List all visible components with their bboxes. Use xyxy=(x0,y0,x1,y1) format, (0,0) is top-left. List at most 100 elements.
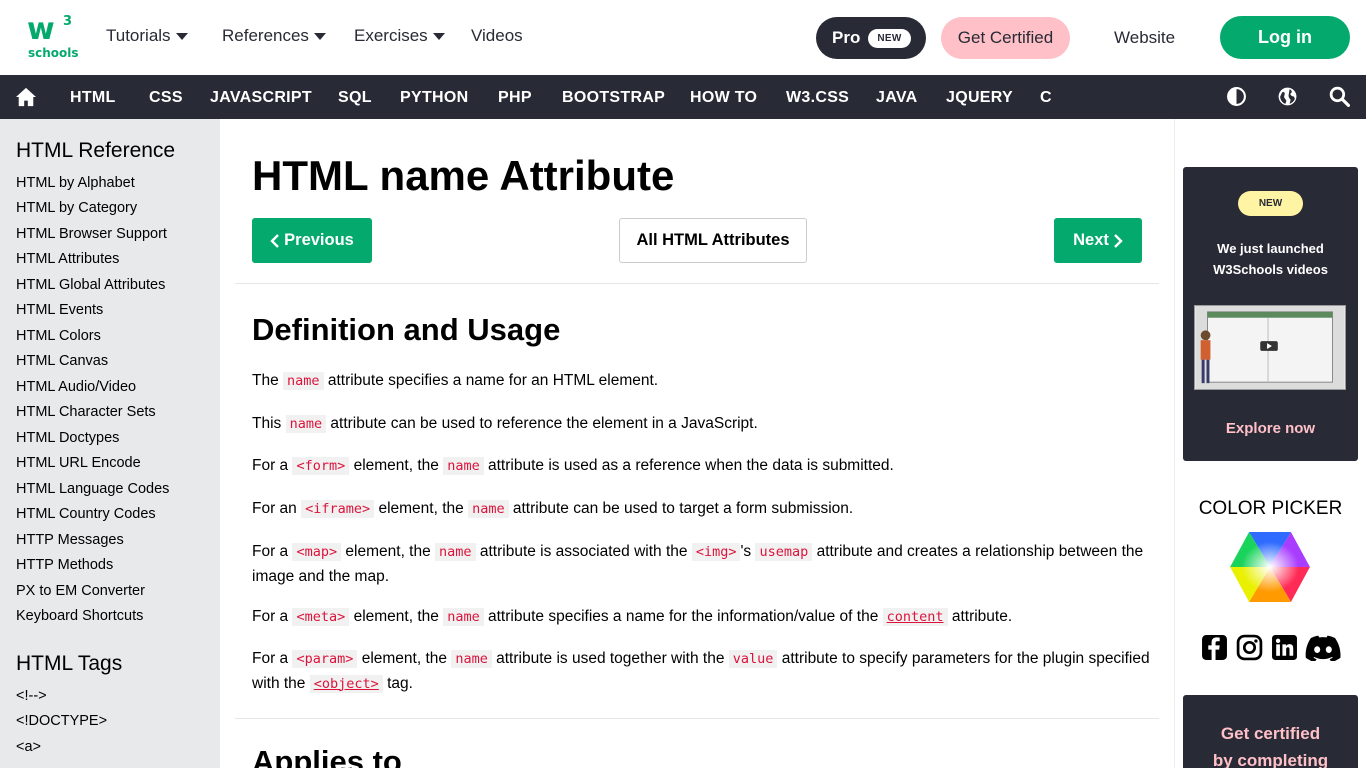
sidebar-tag-a[interactable]: <a> xyxy=(16,739,41,755)
sidebar-item-by-alphabet[interactable]: HTML by Alphabet xyxy=(16,175,135,191)
topnav-css[interactable]: CSS xyxy=(149,89,183,107)
topnav-javascript[interactable]: JAVASCRIPT xyxy=(210,89,312,107)
sidebar-item-by-category[interactable]: HTML by Category xyxy=(16,200,137,216)
paragraph: For a <meta> element, the name attribute… xyxy=(252,608,1013,626)
all-attributes-button[interactable]: All HTML Attributes xyxy=(619,218,807,263)
w3schools-logo[interactable]: w 3 schools xyxy=(27,15,79,61)
topnav-sql[interactable]: SQL xyxy=(338,89,372,107)
nav-tutorials-label: Tutorials xyxy=(106,26,171,45)
nav-references[interactable]: References xyxy=(222,26,326,46)
cert-line-1: Get certified xyxy=(1220,724,1321,743)
sidebar-heading-tags: HTML Tags xyxy=(16,652,123,675)
topnav-html[interactable]: HTML xyxy=(70,89,116,107)
discord-icon[interactable] xyxy=(1305,634,1341,661)
paragraph: For a <form> element, the name attribute… xyxy=(252,457,894,475)
next-button[interactable]: Next xyxy=(1054,218,1142,263)
inline-code: name xyxy=(285,415,327,433)
pro-label: Pro xyxy=(832,28,861,47)
inline-code: usemap xyxy=(755,543,813,561)
sidebar-item-browser-support[interactable]: HTML Browser Support xyxy=(16,226,167,242)
sidebar-item-colors[interactable]: HTML Colors xyxy=(16,328,101,344)
sidebar-item-http-methods[interactable]: HTTP Methods xyxy=(16,557,113,573)
right-column-separator xyxy=(1174,119,1175,768)
sidebar-item-keyboard-shortcuts[interactable]: Keyboard Shortcuts xyxy=(16,608,143,624)
website-link[interactable]: Website xyxy=(1114,28,1175,48)
home-icon[interactable] xyxy=(15,87,37,107)
paragraph: For a <param> element, the name attribut… xyxy=(252,650,1150,693)
sidebar-item-canvas[interactable]: HTML Canvas xyxy=(16,353,108,369)
promo-text: We just launched W3Schools videos xyxy=(1183,238,1358,280)
inline-code: name xyxy=(443,608,484,626)
sidebar-item-http-messages[interactable]: HTTP Messages xyxy=(16,532,124,548)
inline-code: name xyxy=(451,650,492,668)
sidebar-item-country-codes[interactable]: HTML Country Codes xyxy=(16,506,156,522)
inline-code: name xyxy=(468,500,509,518)
sidebar-item-events[interactable]: HTML Events xyxy=(16,302,103,318)
divider xyxy=(235,283,1159,284)
inline-code: <map> xyxy=(292,543,342,561)
nav-videos[interactable]: Videos xyxy=(471,26,523,46)
paragraph: For an <iframe> element, the name attrib… xyxy=(252,500,854,518)
topnav-java[interactable]: JAVA xyxy=(876,89,918,107)
inline-code: <img> xyxy=(691,543,741,561)
topic-navbar xyxy=(0,75,1366,119)
inline-code: value xyxy=(728,650,778,668)
topnav-php[interactable]: PHP xyxy=(498,89,532,107)
contrast-icon[interactable] xyxy=(1226,86,1247,107)
nav-references-label: References xyxy=(222,26,309,45)
inline-code: name xyxy=(283,372,324,390)
topnav-python[interactable]: PYTHON xyxy=(400,89,468,107)
globe-icon[interactable] xyxy=(1277,86,1298,107)
login-button[interactable]: Log in xyxy=(1220,16,1350,59)
previous-label: Previous xyxy=(284,231,354,249)
caret-down-icon xyxy=(175,33,188,40)
topnav-jquery[interactable]: JQUERY xyxy=(946,89,1013,107)
new-badge: NEW xyxy=(868,28,911,48)
paragraph: For a <map> element, the name attribute … xyxy=(252,543,1144,585)
sidebar-item-global-attributes[interactable]: HTML Global Attributes xyxy=(16,277,165,293)
nav-exercises[interactable]: Exercises xyxy=(354,26,445,46)
topnav-howto[interactable]: HOW TO xyxy=(690,89,757,107)
sidebar-item-doctypes[interactable]: HTML Doctypes xyxy=(16,430,119,446)
topnav-w3css[interactable]: W3.CSS xyxy=(786,89,849,107)
caret-down-icon xyxy=(313,33,326,40)
sidebar-heading-reference: HTML Reference xyxy=(16,139,176,162)
sidebar-tag-doctype[interactable]: <!DOCTYPE> xyxy=(16,713,107,729)
sidebar-item-attributes[interactable]: HTML Attributes xyxy=(16,251,119,267)
sidebar-item-audio-video[interactable]: HTML Audio/Video xyxy=(16,379,136,395)
sidebar-item-character-sets[interactable]: HTML Character Sets xyxy=(16,404,156,420)
instagram-icon[interactable] xyxy=(1236,634,1263,661)
next-label: Next xyxy=(1073,231,1109,249)
promo-line-1: We just launched xyxy=(1217,241,1324,256)
linkedin-icon[interactable] xyxy=(1271,634,1298,661)
video-thumbnail[interactable] xyxy=(1194,305,1346,390)
sidebar-tag-comment[interactable]: <!--> xyxy=(16,688,47,704)
caret-down-icon xyxy=(432,33,445,40)
inline-code: name xyxy=(443,457,484,475)
topnav-c[interactable]: C xyxy=(1040,89,1052,107)
inline-code: name xyxy=(435,543,476,561)
sidebar-item-px-to-em[interactable]: PX to EM Converter xyxy=(16,583,145,599)
inline-code: <iframe> xyxy=(301,500,375,518)
explore-now-link[interactable]: Explore now xyxy=(1183,420,1358,437)
sidebar-item-language-codes[interactable]: HTML Language Codes xyxy=(16,481,169,497)
facebook-icon[interactable] xyxy=(1201,634,1228,661)
paragraph: This name attribute can be used to refer… xyxy=(252,415,758,433)
nav-tutorials[interactable]: Tutorials xyxy=(106,26,188,46)
topnav-bootstrap[interactable]: BOOTSTRAP xyxy=(562,89,665,107)
color-picker-title: COLOR PICKER xyxy=(1198,498,1343,519)
code-link[interactable]: <object> xyxy=(309,674,383,693)
sidebar-item-url-encode[interactable]: HTML URL Encode xyxy=(16,455,141,471)
paragraph: The name attribute specifies a name for … xyxy=(252,372,659,390)
promo-line-2: W3Schools videos xyxy=(1213,262,1328,277)
get-certified-button[interactable]: Get Certified xyxy=(941,17,1070,59)
search-icon[interactable] xyxy=(1329,86,1350,107)
pro-button[interactable]: Pro NEW xyxy=(816,17,926,59)
chevron-left-icon xyxy=(270,233,279,248)
inline-code: <param> xyxy=(292,650,358,668)
code-link[interactable]: content xyxy=(882,608,948,626)
color-picker-icon[interactable] xyxy=(1229,531,1311,603)
inline-code: <meta> xyxy=(292,608,350,626)
nav-videos-label: Videos xyxy=(471,26,523,45)
previous-button[interactable]: Previous xyxy=(252,218,372,263)
